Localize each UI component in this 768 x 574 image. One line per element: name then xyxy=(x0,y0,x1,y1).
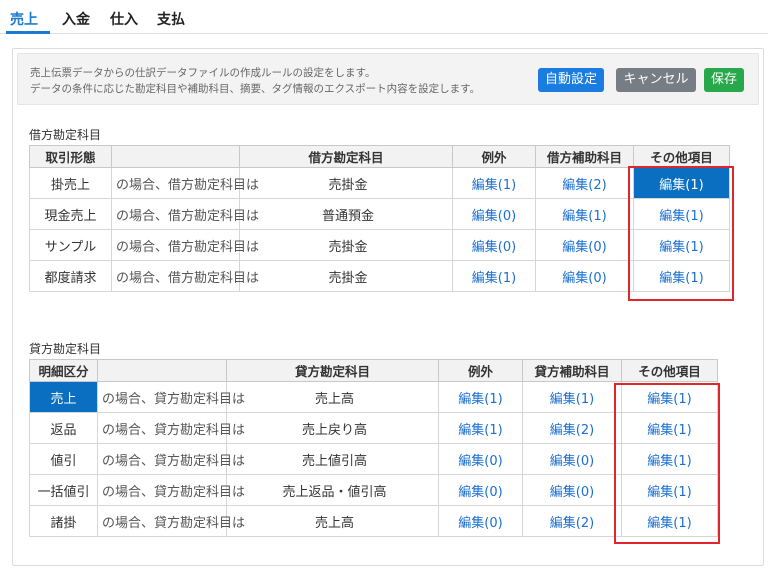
debit-account-table: 取引形態 借方勘定科目 例外 借方補助科目 その他項目 掛売上 の場合、借方勘定… xyxy=(29,145,730,292)
exception-edit-link[interactable]: 編集(0) xyxy=(452,198,536,230)
row-condition: の場合、借方勘定科目は xyxy=(111,198,259,230)
other-items-edit-link[interactable]: 編集(1) xyxy=(633,260,730,292)
row-condition: の場合、貸方勘定科目は xyxy=(97,505,245,537)
row-condition: の場合、貸方勘定科目は xyxy=(97,474,245,506)
tab-receipts[interactable]: 入金 xyxy=(62,9,90,29)
row-condition: の場合、貸方勘定科目は xyxy=(97,443,245,475)
row-type: 掛売上 xyxy=(29,167,112,199)
sub-account-edit-link[interactable]: 編集(2) xyxy=(522,412,622,444)
column-header-type: 取引形態 xyxy=(29,145,112,168)
other-items-edit-link[interactable]: 編集(1) xyxy=(633,198,730,230)
other-items-edit-link[interactable]: 編集(1) xyxy=(621,505,718,537)
table-row: 値引 の場合、貸方勘定科目は 売上値引高 編集(0) 編集(0) 編集(1) xyxy=(29,443,718,475)
row-account: 普通預金 xyxy=(239,198,453,230)
row-type: 都度請求 xyxy=(29,260,112,292)
description-line-2: データの条件に応じた勘定科目や補助科目、摘要、タグ情報のエクスポート内容を設定し… xyxy=(30,83,481,95)
sub-account-edit-link[interactable]: 編集(1) xyxy=(522,381,622,413)
tab-sales[interactable]: 売上 xyxy=(10,9,38,29)
column-header-account: 貸方勘定科目 xyxy=(226,359,439,382)
sub-account-edit-link[interactable]: 編集(2) xyxy=(535,167,634,199)
sub-account-edit-link[interactable]: 編集(2) xyxy=(522,505,622,537)
row-type[interactable]: 売上 xyxy=(29,381,98,413)
other-items-edit-link[interactable]: 編集(1) xyxy=(621,443,718,475)
settings-panel: 売上伝票データからの仕訳データファイルの作成ルールの設定をします。 データの条件… xyxy=(12,48,764,566)
row-account: 売上高 xyxy=(226,505,439,537)
exception-edit-link[interactable]: 編集(1) xyxy=(452,167,536,199)
row-type: 現金売上 xyxy=(29,198,112,230)
row-type[interactable]: 値引 xyxy=(29,443,98,475)
exception-edit-link[interactable]: 編集(1) xyxy=(452,260,536,292)
row-account: 売上高 xyxy=(226,381,439,413)
other-items-edit-link[interactable]: 編集(1) xyxy=(621,474,718,506)
column-header-condition xyxy=(97,359,227,382)
table-row: 諸掛 の場合、貸方勘定科目は 売上高 編集(0) 編集(2) 編集(1) xyxy=(29,505,718,537)
table-header-row: 取引形態 借方勘定科目 例外 借方補助科目 その他項目 xyxy=(29,145,730,168)
column-header-other: その他項目 xyxy=(621,359,718,382)
save-button[interactable]: 保存 xyxy=(704,68,744,92)
active-tab-indicator xyxy=(6,31,50,34)
column-header-condition xyxy=(111,145,240,168)
other-items-edit-link[interactable]: 編集(1) xyxy=(621,412,718,444)
row-account: 売上返品・値引高 xyxy=(226,474,439,506)
column-header-sub-account: 借方補助科目 xyxy=(535,145,634,168)
column-header-other: その他項目 xyxy=(633,145,730,168)
tab-bar: 売上 入金 仕入 支払 xyxy=(0,0,768,34)
row-account: 売上値引高 xyxy=(226,443,439,475)
other-items-edit-link[interactable]: 編集(1) xyxy=(633,229,730,261)
description-box: 売上伝票データからの仕訳データファイルの作成ルールの設定をします。 データの条件… xyxy=(17,53,759,105)
table-header-row: 明細区分 貸方勘定科目 例外 貸方補助科目 その他項目 xyxy=(29,359,718,382)
sub-account-edit-link[interactable]: 編集(0) xyxy=(535,260,634,292)
exception-edit-link[interactable]: 編集(0) xyxy=(438,474,523,506)
row-condition: の場合、借方勘定科目は xyxy=(111,167,259,199)
other-items-edit-link[interactable]: 編集(1) xyxy=(621,381,718,413)
table-row: 掛売上 の場合、借方勘定科目は 売掛金 編集(1) 編集(2) 編集(1) xyxy=(29,167,730,199)
sub-account-edit-link[interactable]: 編集(0) xyxy=(522,443,622,475)
tab-payments[interactable]: 支払 xyxy=(157,9,185,29)
exception-edit-link[interactable]: 編集(0) xyxy=(452,229,536,261)
sub-account-edit-link[interactable]: 編集(0) xyxy=(535,229,634,261)
credit-section-title: 貸方勘定科目 xyxy=(29,342,102,356)
column-header-sub-account: 貸方補助科目 xyxy=(522,359,622,382)
other-items-edit-link[interactable]: 編集(1) xyxy=(633,167,730,199)
sub-account-edit-link[interactable]: 編集(0) xyxy=(522,474,622,506)
row-type[interactable]: 一括値引 xyxy=(29,474,98,506)
credit-account-table: 明細区分 貸方勘定科目 例外 貸方補助科目 その他項目 売上 の場合、貸方勘定科… xyxy=(29,359,718,537)
column-header-exception: 例外 xyxy=(438,359,523,382)
column-header-type: 明細区分 xyxy=(29,359,98,382)
table-row: サンプル の場合、借方勘定科目は 売掛金 編集(0) 編集(0) 編集(1) xyxy=(29,229,730,261)
table-row: 返品 の場合、貸方勘定科目は 売上戻り高 編集(1) 編集(2) 編集(1) xyxy=(29,412,718,444)
column-header-exception: 例外 xyxy=(452,145,536,168)
exception-edit-link[interactable]: 編集(0) xyxy=(438,443,523,475)
row-condition: の場合、借方勘定科目は xyxy=(111,229,259,261)
auto-setting-button[interactable]: 自動設定 xyxy=(538,68,604,92)
row-condition: の場合、貸方勘定科目は xyxy=(97,381,245,413)
exception-edit-link[interactable]: 編集(1) xyxy=(438,412,523,444)
table-row: 現金売上 の場合、借方勘定科目は 普通預金 編集(0) 編集(1) 編集(1) xyxy=(29,198,730,230)
row-account: 売掛金 xyxy=(239,229,453,261)
exception-edit-link[interactable]: 編集(0) xyxy=(438,505,523,537)
table-row: 一括値引 の場合、貸方勘定科目は 売上返品・値引高 編集(0) 編集(0) 編集… xyxy=(29,474,718,506)
row-account: 売上戻り高 xyxy=(226,412,439,444)
sub-account-edit-link[interactable]: 編集(1) xyxy=(535,198,634,230)
column-header-account: 借方勘定科目 xyxy=(239,145,453,168)
table-row: 売上 の場合、貸方勘定科目は 売上高 編集(1) 編集(1) 編集(1) xyxy=(29,381,718,413)
row-condition: の場合、借方勘定科目は xyxy=(111,260,259,292)
row-account: 売掛金 xyxy=(239,167,453,199)
row-account: 売掛金 xyxy=(239,260,453,292)
exception-edit-link[interactable]: 編集(1) xyxy=(438,381,523,413)
row-type[interactable]: 返品 xyxy=(29,412,98,444)
table-row: 都度請求 の場合、借方勘定科目は 売掛金 編集(1) 編集(0) 編集(1) xyxy=(29,260,730,292)
row-condition: の場合、貸方勘定科目は xyxy=(97,412,245,444)
cancel-button[interactable]: キャンセル xyxy=(616,68,696,92)
row-type[interactable]: 諸掛 xyxy=(29,505,98,537)
description-line-1: 売上伝票データからの仕訳データファイルの作成ルールの設定をします。 xyxy=(30,67,376,79)
tab-purchases[interactable]: 仕入 xyxy=(110,9,138,29)
debit-section-title: 借方勘定科目 xyxy=(29,128,102,142)
row-type: サンプル xyxy=(29,229,112,261)
